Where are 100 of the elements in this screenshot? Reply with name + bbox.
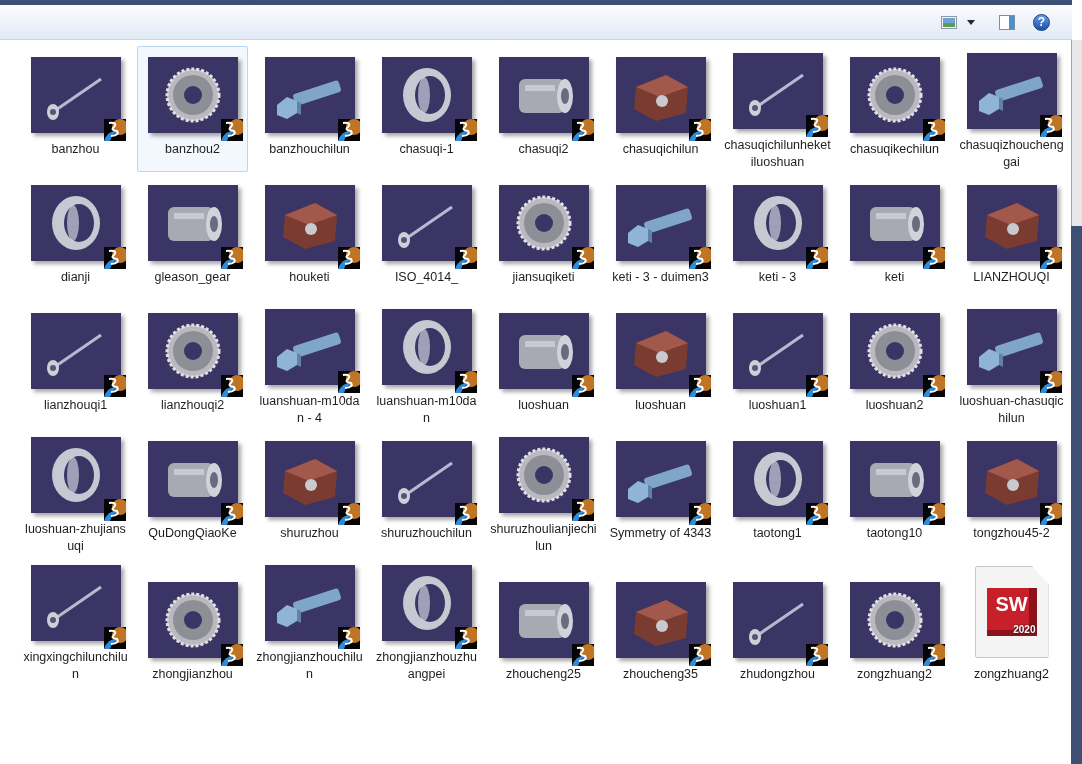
file-type-icon [220, 247, 243, 269]
file-type-icon [805, 115, 828, 137]
file-item[interactable]: luoshuan [605, 302, 716, 428]
file-type-icon [103, 499, 126, 521]
file-type-icon [337, 371, 360, 393]
file-item[interactable]: luoshuan1 [722, 302, 833, 428]
file-item[interactable]: keti - 3 - duimen3 [605, 174, 716, 300]
file-item[interactable]: taotong1 [722, 430, 833, 556]
file-item[interactable]: lianzhouqi2 [137, 302, 248, 428]
file-item[interactable]: chasuqichilun [605, 46, 716, 172]
file-name: chasuqi-1 [398, 141, 455, 158]
file-type-icon [454, 247, 477, 269]
file-item[interactable]: chasuqi-1 [371, 46, 482, 172]
scrollbar-thumb[interactable] [1071, 40, 1082, 226]
file-item[interactable]: shuruzhou [254, 430, 365, 556]
file-name: luoshuan-chasuqichilun [958, 393, 1065, 427]
file-item[interactable]: zhoucheng25 [488, 558, 599, 684]
file-item[interactable]: SW 2020 zongzhuang2 [956, 558, 1067, 684]
file-item[interactable]: banzhou2 [137, 46, 248, 172]
file-item[interactable]: ISO_4014_ [371, 174, 482, 300]
file-item[interactable]: chasuqizhouchenggai [956, 46, 1067, 172]
file-item[interactable]: chasuqikechilun [839, 46, 950, 172]
file-item[interactable]: QuDongQiaoKe [137, 430, 248, 556]
file-name: zhoucheng35 [621, 666, 700, 683]
file-name: zhongjianzhouchilun [256, 649, 363, 683]
file-item[interactable]: luanshuan-m10dan - 4 [254, 302, 365, 428]
file-name: taotong10 [865, 525, 924, 542]
file-type-icon [454, 503, 477, 525]
file-name: dianji [59, 269, 92, 286]
file-item[interactable]: zhongjianzhou [137, 558, 248, 684]
file-item[interactable]: banzhouchilun [254, 46, 365, 172]
file-name: luoshuan [634, 397, 687, 414]
file-item[interactable]: shuruzhouchilun [371, 430, 482, 556]
file-item[interactable]: taotong10 [839, 430, 950, 556]
file-type-icon [103, 627, 126, 649]
file-name: LIANZHOUQI [972, 269, 1051, 286]
file-name: chasuqizhouchenggai [958, 137, 1065, 171]
file-type-icon [337, 119, 360, 141]
file-type-icon [571, 375, 594, 397]
file-name: lianzhouqi2 [159, 397, 226, 414]
file-item[interactable]: houketi [254, 174, 365, 300]
file-type-icon [688, 503, 711, 525]
file-item[interactable]: jiansuqiketi [488, 174, 599, 300]
file-name: gleason_gear [153, 269, 232, 286]
logo-text: SW [995, 594, 1028, 614]
file-name: taotong1 [752, 525, 803, 542]
file-item[interactable]: banzhou [20, 46, 131, 172]
file-name: keti - 3 - duimen3 [611, 269, 710, 286]
file-name: zongzhuang2 [855, 666, 934, 683]
file-type-icon [922, 644, 945, 666]
file-item[interactable]: luoshuan [488, 302, 599, 428]
file-item[interactable]: zhoucheng35 [605, 558, 716, 684]
file-type-icon [454, 371, 477, 393]
file-type-icon [688, 375, 711, 397]
file-item[interactable]: LIANZHOUQI [956, 174, 1067, 300]
file-name: banzhouchilun [268, 141, 351, 158]
file-item[interactable]: luanshuan-m10dan [371, 302, 482, 428]
file-type-icon [571, 644, 594, 666]
file-item[interactable]: zhongjianzhouchilun [254, 558, 365, 684]
file-item[interactable]: zongzhuang2 [839, 558, 950, 684]
file-type-icon [922, 247, 945, 269]
preview-pane-button[interactable] [997, 13, 1017, 31]
file-name: luanshuan-m10dan [375, 393, 478, 427]
file-item[interactable]: luoshuan2 [839, 302, 950, 428]
file-name: shuruzhou [279, 525, 340, 542]
file-item[interactable]: luoshuan-zhujiansuqi [20, 430, 131, 556]
file-name: ISO_4014_ [393, 269, 460, 286]
file-item[interactable]: tongzhou45-2 [956, 430, 1067, 556]
file-item[interactable]: keti [839, 174, 950, 300]
file-name: houketi [288, 269, 331, 286]
file-type-icon [337, 627, 360, 649]
file-name: luanshuan-m10dan - 4 [258, 393, 361, 427]
file-item[interactable]: dianji [20, 174, 131, 300]
file-item[interactable]: zhudongzhou [722, 558, 833, 684]
file-name: banzhou2 [164, 141, 221, 158]
file-item[interactable]: chasuqichilunheketiluoshuan [722, 46, 833, 172]
views-button[interactable] [939, 13, 959, 31]
file-name: banzhou [50, 141, 101, 158]
file-type-icon [454, 119, 477, 141]
file-item[interactable]: shuruzhoulianjiechilun [488, 430, 599, 556]
file-type-icon [571, 247, 594, 269]
file-name: QuDongQiaoKe [147, 525, 238, 542]
file-type-icon [337, 503, 360, 525]
file-item[interactable]: xingxingchilunchilun [20, 558, 131, 684]
preview-pane-icon [999, 14, 1015, 30]
help-button[interactable]: ? [1033, 13, 1050, 31]
file-type-icon [1039, 115, 1062, 137]
file-item[interactable]: Symmetry of 4343 [605, 430, 716, 556]
file-type-icon [103, 119, 126, 141]
file-item[interactable]: keti - 3 [722, 174, 833, 300]
file-type-icon [571, 119, 594, 141]
file-item[interactable]: lianzhouqi1 [20, 302, 131, 428]
file-name: keti [883, 269, 906, 286]
file-item[interactable]: chasuqi2 [488, 46, 599, 172]
caret-icon [967, 19, 975, 25]
file-item[interactable]: luoshuan-chasuqichilun [956, 302, 1067, 428]
file-item[interactable]: gleason_gear [137, 174, 248, 300]
file-name: keti - 3 [757, 269, 798, 286]
file-name: shuruzhoulianjiechilun [490, 521, 597, 555]
file-item[interactable]: zhongjianzhouzhuangpei [371, 558, 482, 684]
